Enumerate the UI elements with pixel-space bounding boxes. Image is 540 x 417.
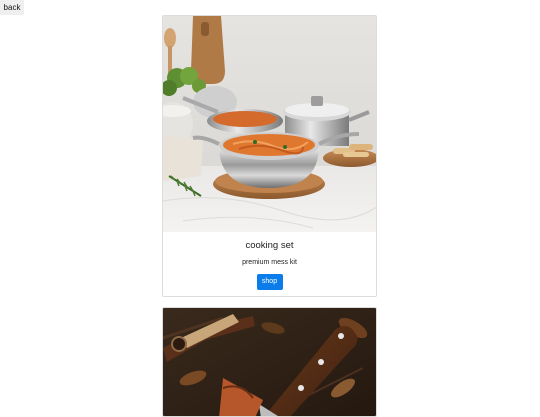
cooking-set-image [163,16,376,232]
knife-image [163,308,376,416]
product-title: cooking set [245,240,294,251]
product-card-cooking-set: cooking set premium mess kit shop [162,15,377,297]
card-body: cooking set premium mess kit shop [163,232,376,290]
product-card-knife [162,307,377,417]
product-subtitle: premium mess kit [242,259,297,266]
back-button[interactable]: back [0,0,24,15]
shop-button[interactable]: shop [256,274,283,290]
